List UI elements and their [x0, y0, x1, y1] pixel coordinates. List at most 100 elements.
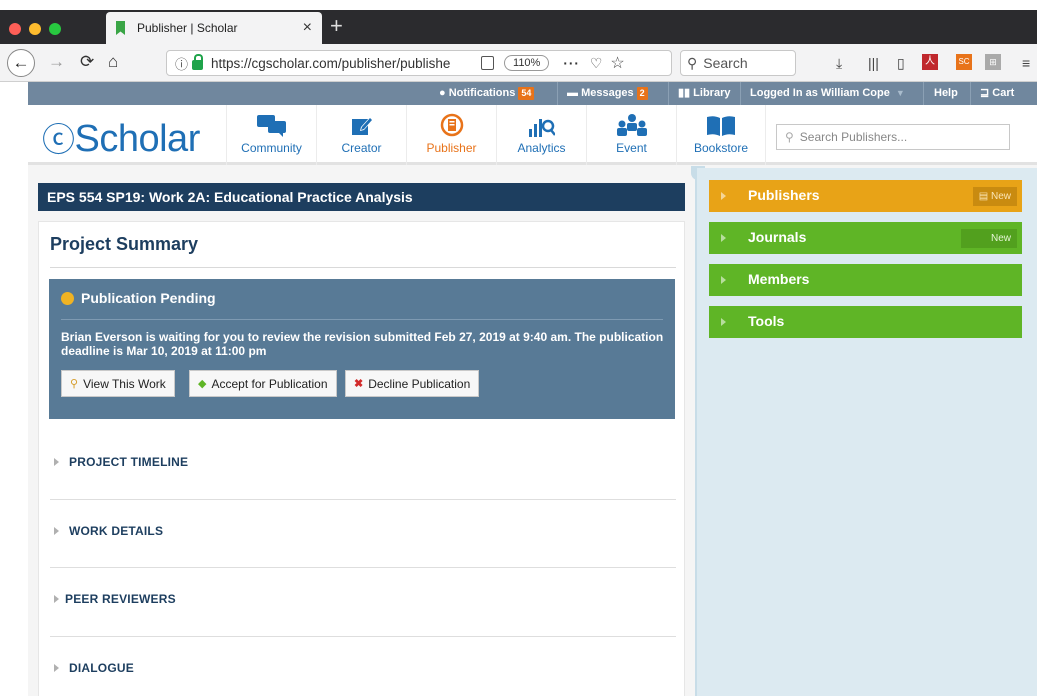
nav-bookstore[interactable]: Bookstore — [676, 105, 766, 165]
section-work-details[interactable]: WORK DETAILS — [50, 499, 676, 567]
divider — [50, 267, 676, 268]
nav-analytics[interactable]: Analytics — [496, 105, 586, 165]
sidebar-item-members[interactable]: Members — [709, 264, 1022, 296]
chevron-right-icon — [54, 664, 59, 672]
divider — [970, 82, 971, 105]
library-label: Library — [693, 87, 731, 99]
project-summary-panel: Project Summary Publication Pending Bria… — [38, 221, 685, 696]
section-label: DIALOGUE — [69, 661, 134, 675]
notifications-link[interactable]: ● Notifications 54 — [439, 82, 535, 105]
minimize-window-button[interactable] — [29, 23, 41, 35]
reload-button[interactable]: ⟳ — [80, 52, 94, 72]
pending-message: Brian Everson is waiting for you to revi… — [61, 330, 664, 358]
new-tab-button[interactable]: + — [330, 14, 343, 38]
accept-publication-button[interactable]: ◆ Accept for Publication — [189, 370, 337, 397]
browser-tab[interactable]: Publisher | Scholar × — [106, 12, 322, 44]
help-link[interactable]: Help — [934, 82, 958, 105]
extension-icon[interactable]: ⊞ — [985, 54, 1001, 70]
scholar-logo[interactable]: ⓒScholar — [42, 119, 200, 160]
nav-creator-label: Creator — [341, 141, 382, 155]
notifications-count-badge: 54 — [518, 87, 535, 100]
maximize-window-button[interactable] — [49, 23, 61, 35]
sidebar-item-label: Journals — [748, 229, 807, 245]
home-button[interactable]: ⌂ — [108, 52, 118, 72]
view-button-label: View This Work — [83, 376, 166, 391]
divider — [740, 82, 741, 105]
divider — [923, 82, 924, 105]
view-icon: ⚲ — [70, 378, 79, 390]
chevron-right-icon — [721, 276, 726, 284]
divider — [61, 319, 663, 320]
search-icon: ⚲ — [785, 130, 794, 144]
logo-text: Scholar — [74, 118, 201, 160]
messages-count-badge: 2 — [636, 87, 648, 100]
sidebar-item-publishers[interactable]: Publishers ▤ New — [709, 180, 1022, 212]
library-icon[interactable]: ||| — [868, 55, 879, 71]
bookstore-icon — [677, 105, 765, 137]
divider — [557, 82, 558, 105]
nav-community[interactable]: Community — [226, 105, 316, 165]
publisher-icon — [407, 105, 496, 137]
section-project-timeline[interactable]: PROJECT TIMELINE — [50, 431, 676, 499]
close-window-button[interactable] — [9, 23, 21, 35]
site-header: ⓒScholar Community Creator Publisher Ana… — [28, 105, 1037, 165]
address-bar[interactable]: ⓘ https://cgscholar.com/publisher/publis… — [166, 50, 672, 76]
new-journal-button[interactable]: New — [960, 229, 1017, 248]
menu-icon[interactable]: ≡ — [1022, 55, 1030, 71]
section-dialogue[interactable]: DIALOGUE — [50, 636, 676, 696]
section-label: PEER REVIEWERS — [65, 592, 176, 606]
scholar-extension-icon[interactable]: SC — [956, 54, 972, 70]
nav-creator[interactable]: Creator — [316, 105, 406, 165]
sidebar-item-label: Tools — [748, 313, 785, 329]
library-link[interactable]: ▮▮ Library — [678, 82, 730, 105]
bookmark-favicon-icon — [116, 21, 125, 35]
view-this-work-button[interactable]: ⚲ View This Work — [61, 370, 175, 397]
download-icon[interactable]: ⤓ — [836, 55, 842, 72]
back-button[interactable]: ← — [7, 49, 35, 77]
nav-publisher[interactable]: Publisher — [406, 105, 496, 165]
nav-event-label: Event — [616, 141, 647, 155]
lock-icon — [192, 54, 204, 70]
search-icon: ⚲ — [687, 54, 698, 71]
message-icon: ▬ — [567, 87, 578, 99]
sidebar-toggle-icon[interactable]: ▯ — [897, 55, 905, 72]
scholar-logo-icon: ⓒ — [42, 121, 75, 158]
sidebar-item-label: Members — [748, 271, 810, 287]
sidebar-item-tools[interactable]: Tools — [709, 306, 1022, 338]
sidebar-item-label: Publishers — [748, 187, 820, 203]
notifications-label: Notifications — [448, 87, 516, 99]
divider — [668, 82, 669, 105]
url-text[interactable]: https://cgscholar.com/publisher/publishe — [211, 56, 473, 71]
bookmark-star-icon[interactable]: ☆ — [610, 53, 624, 73]
forward-button[interactable]: → — [48, 52, 65, 72]
nav-publisher-label: Publisher — [426, 141, 477, 155]
section-label: PROJECT TIMELINE — [69, 455, 189, 469]
new-publisher-button[interactable]: ▤ New — [972, 187, 1017, 206]
logged-in-label: Logged In as William Cope — [750, 87, 890, 99]
browser-search-bar[interactable]: ⚲ Search — [680, 50, 796, 76]
reader-view-icon[interactable] — [481, 56, 495, 70]
zoom-level[interactable]: 110% — [504, 55, 550, 71]
sidebar-item-journals[interactable]: Journals New — [709, 222, 1022, 254]
chevron-right-icon — [54, 527, 59, 535]
new-label: New — [990, 233, 1011, 244]
event-icon — [587, 105, 676, 137]
account-menu[interactable]: Logged In as William Cope ▼ — [750, 82, 905, 105]
nav-analytics-label: Analytics — [517, 141, 566, 155]
search-publishers-input[interactable]: ⚲ Search Publishers... — [776, 124, 1010, 150]
browser-titlebar: Publisher | Scholar × + — [0, 10, 1037, 44]
messages-link[interactable]: ▬ Messages 2 — [567, 82, 648, 105]
project-summary-heading: Project Summary — [50, 234, 199, 254]
pdf-extension-icon[interactable]: 人 — [922, 54, 938, 70]
section-peer-reviewers[interactable]: PEER REVIEWERS — [50, 567, 676, 635]
cart-link[interactable]: ⊒ Cart — [980, 82, 1014, 105]
pocket-icon[interactable]: ♡ — [590, 55, 603, 72]
nav-event[interactable]: Event — [586, 105, 676, 165]
status-dot-icon — [61, 292, 74, 305]
tab-close-icon[interactable]: × — [303, 19, 312, 37]
chevron-right-icon — [54, 595, 59, 603]
page-actions-icon[interactable]: ··· — [563, 56, 580, 71]
info-icon[interactable]: ⓘ — [175, 54, 188, 73]
check-icon: ◆ — [198, 378, 207, 390]
decline-publication-button[interactable]: ✖ Decline Publication — [345, 370, 480, 397]
